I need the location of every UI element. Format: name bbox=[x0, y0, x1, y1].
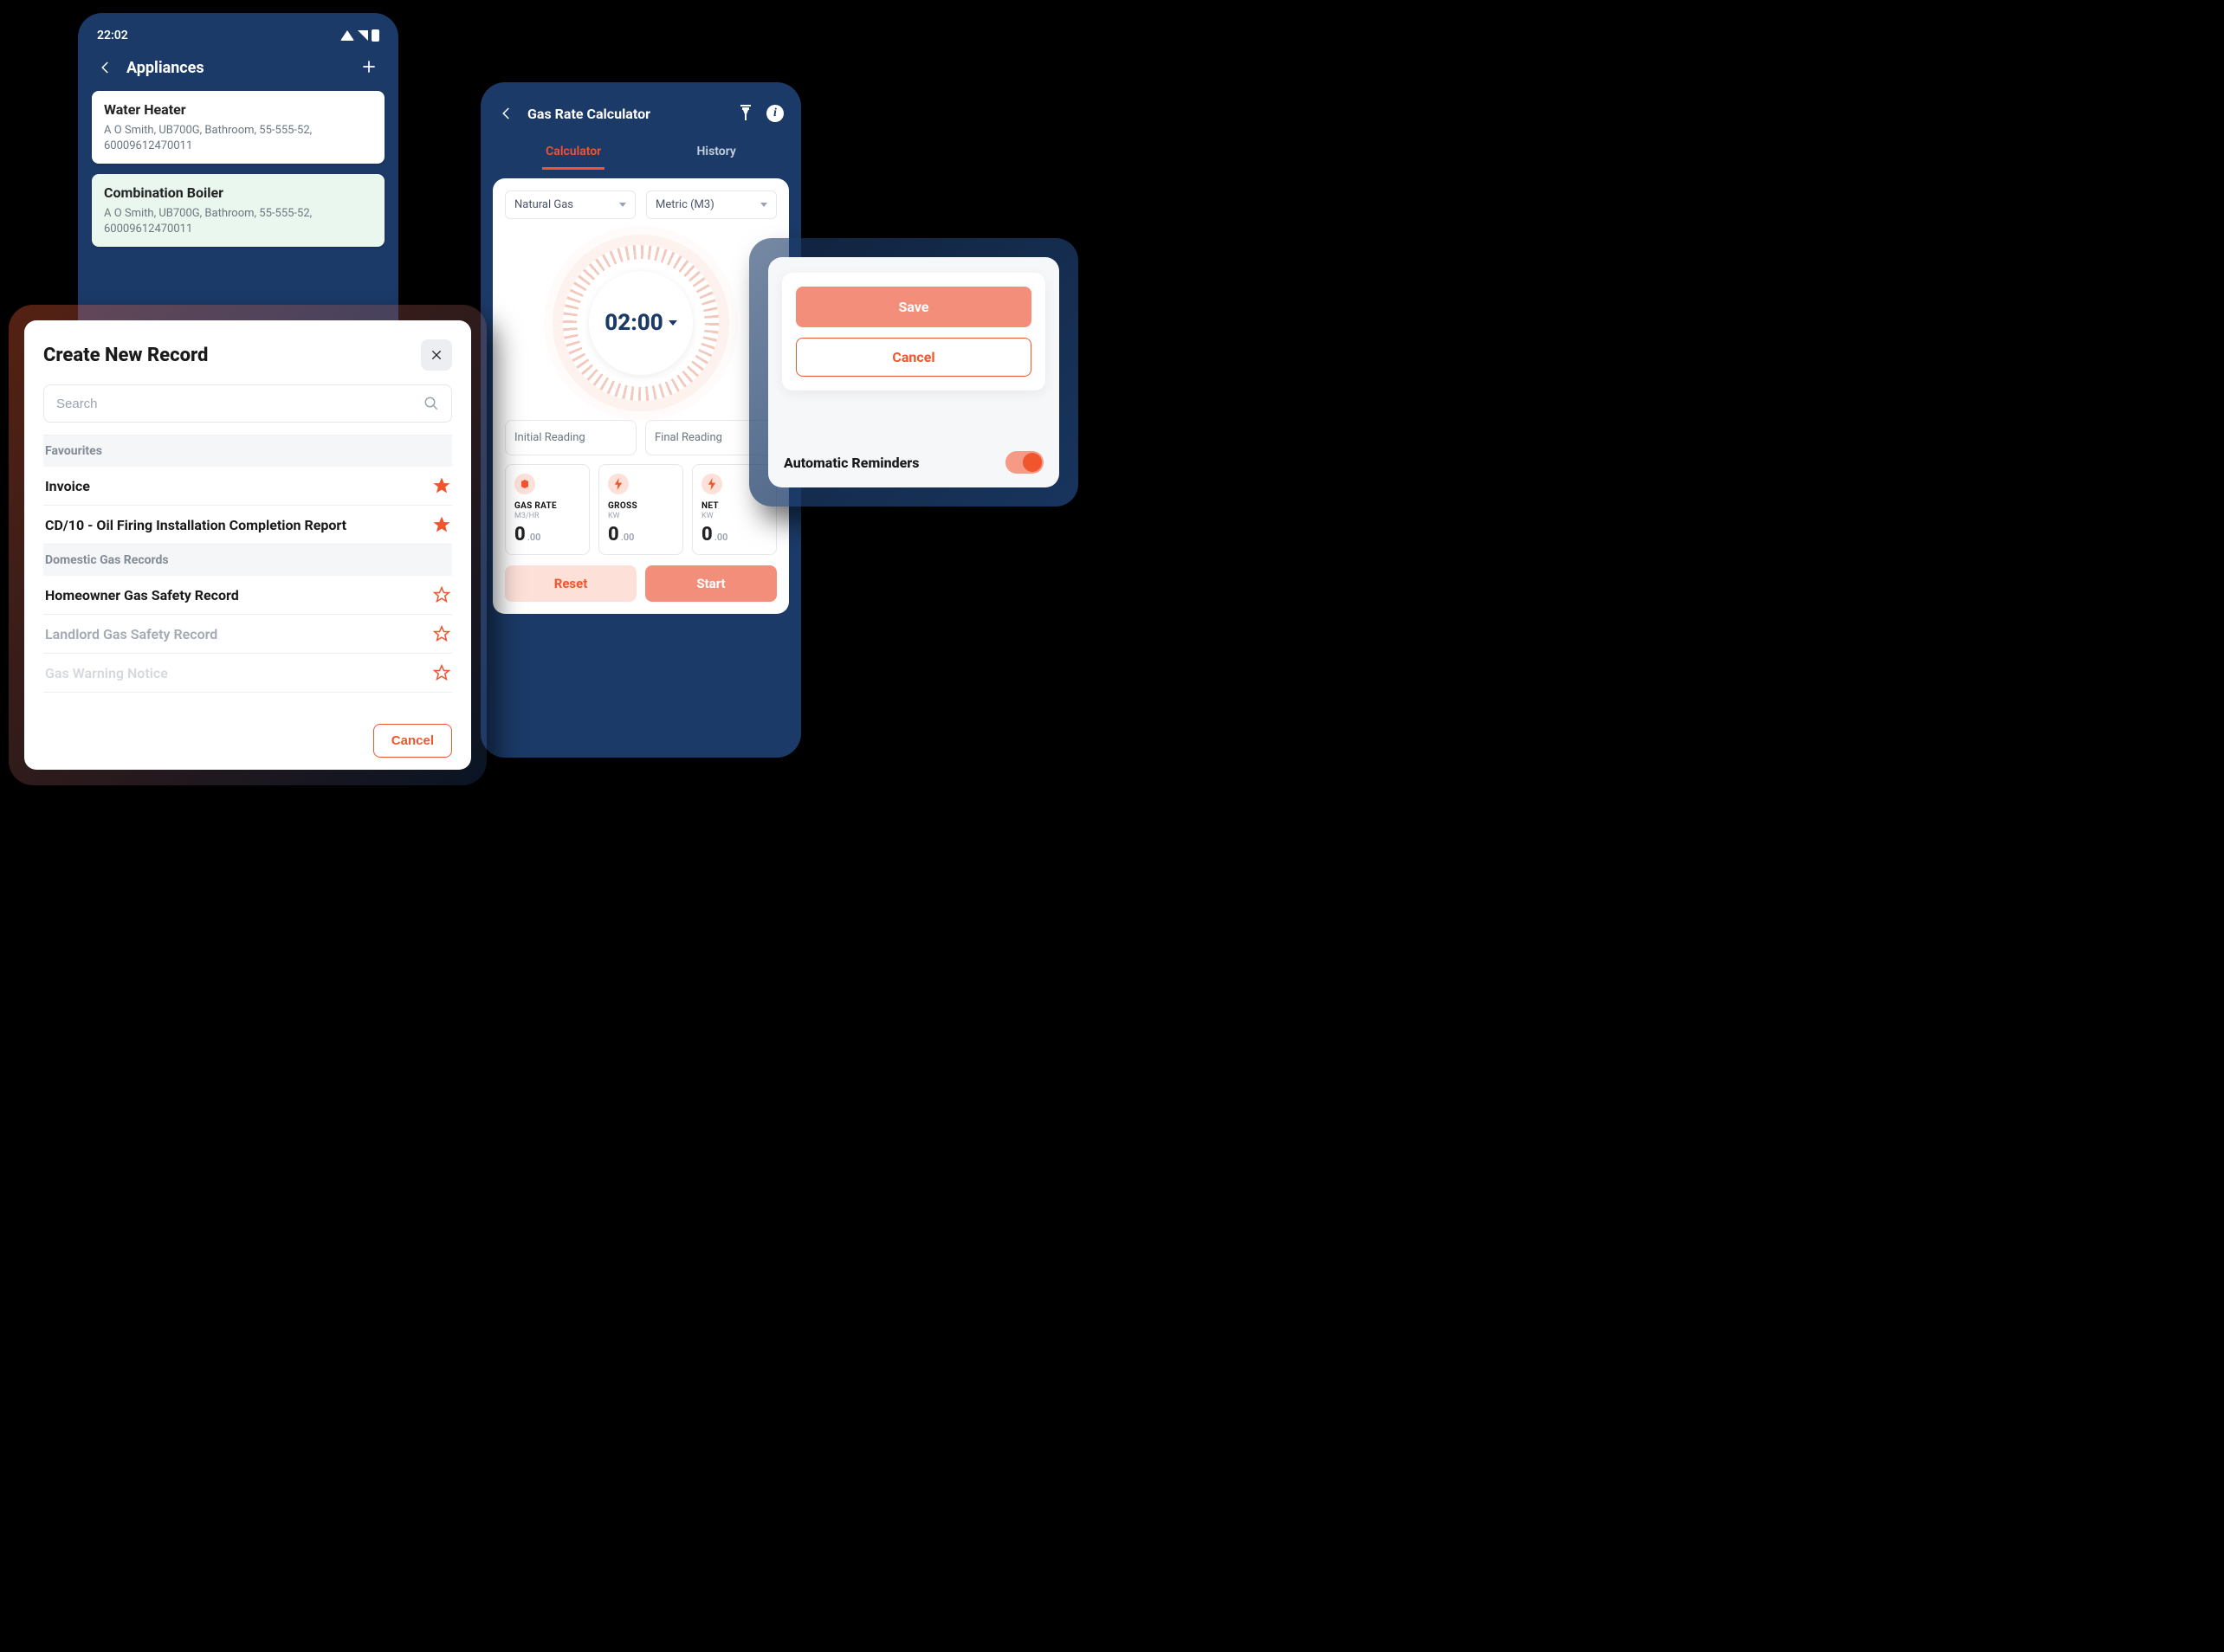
modal-title: Create New Record bbox=[43, 345, 208, 366]
fuel-select-value: Natural Gas bbox=[514, 198, 573, 211]
back-icon[interactable] bbox=[97, 59, 114, 76]
appliance-details: A O Smith, UB700G, Bathroom, 55-555-52, … bbox=[104, 123, 372, 153]
save-cancel-box: Save Cancel bbox=[782, 273, 1045, 390]
appliances-header: Appliances bbox=[78, 55, 398, 91]
fuel-select[interactable]: Natural Gas bbox=[505, 190, 636, 219]
timer-display[interactable]: 02:00 bbox=[589, 271, 693, 375]
initial-reading-input[interactable]: Initial Reading bbox=[505, 420, 637, 455]
appliance-details: A O Smith, UB700G, Bathroom, 55-555-52, … bbox=[104, 206, 372, 236]
automatic-reminders-label: Automatic Reminders bbox=[784, 455, 919, 471]
appliance-card-combination-boiler[interactable]: Combination Boiler A O Smith, UB700G, Ba… bbox=[92, 174, 385, 247]
star-outline-icon[interactable] bbox=[433, 664, 450, 681]
star-outline-icon[interactable] bbox=[433, 586, 450, 603]
chevron-down-icon bbox=[760, 203, 767, 207]
record-gas-warning[interactable]: Gas Warning Notice bbox=[43, 654, 452, 693]
metric-unit: M3/HR bbox=[514, 512, 580, 520]
reset-button[interactable]: Reset bbox=[505, 565, 637, 602]
chevron-down-icon bbox=[619, 203, 626, 207]
cancel-button[interactable]: Cancel bbox=[796, 338, 1031, 377]
metric-unit: KW bbox=[701, 512, 767, 520]
bolt-icon bbox=[608, 474, 629, 494]
star-outline-icon[interactable] bbox=[433, 625, 450, 642]
appliance-card-water-heater[interactable]: Water Heater A O Smith, UB700G, Bathroom… bbox=[92, 91, 385, 164]
tab-calculator[interactable]: Calculator bbox=[542, 136, 604, 170]
status-icons bbox=[340, 29, 379, 42]
record-label: Gas Warning Notice bbox=[45, 665, 168, 681]
metric-decimal: .00 bbox=[621, 532, 635, 543]
metric-decimal: .00 bbox=[714, 532, 728, 543]
metric-label: NET bbox=[701, 501, 767, 511]
metric-label: GROSS bbox=[608, 501, 674, 511]
search-input-wrap[interactable] bbox=[43, 384, 452, 423]
record-list: Favourites Invoice CD/10 - Oil Firing In… bbox=[43, 435, 452, 717]
search-icon bbox=[423, 396, 439, 411]
tab-history[interactable]: History bbox=[694, 136, 740, 170]
close-button[interactable] bbox=[421, 339, 452, 371]
cancel-button[interactable]: Cancel bbox=[373, 724, 452, 758]
timer-value: 02:00 bbox=[604, 310, 663, 336]
bolt-icon bbox=[701, 474, 722, 494]
torch-icon[interactable] bbox=[737, 105, 754, 122]
start-button[interactable]: Start bbox=[645, 565, 777, 602]
save-button[interactable]: Save bbox=[796, 287, 1031, 327]
automatic-reminders-row: Automatic Reminders bbox=[782, 446, 1045, 475]
back-icon[interactable] bbox=[498, 105, 515, 122]
add-appliance-button[interactable] bbox=[360, 58, 379, 77]
metric-gross: GROSS KW 0.00 bbox=[598, 464, 683, 555]
final-reading-placeholder: Final Reading bbox=[655, 431, 722, 444]
metric-label: GAS RATE bbox=[514, 501, 580, 511]
metric-gas-rate: GAS RATE M3/HR 0.00 bbox=[505, 464, 590, 555]
metric-value: 0 bbox=[701, 524, 713, 545]
timer: 02:00 bbox=[505, 245, 777, 401]
metric-unit: KW bbox=[608, 512, 674, 520]
automatic-reminders-toggle[interactable] bbox=[1005, 451, 1044, 474]
star-filled-icon[interactable] bbox=[433, 516, 450, 533]
section-favourites: Favourites bbox=[43, 436, 452, 467]
record-label: CD/10 - Oil Firing Installation Completi… bbox=[45, 517, 346, 533]
metric-value: 0 bbox=[608, 524, 619, 545]
unit-select-value: Metric (M3) bbox=[656, 198, 714, 211]
status-time: 22:02 bbox=[97, 29, 128, 42]
reminders-card: Save Cancel Automatic Reminders bbox=[749, 238, 1078, 507]
metric-value: 0 bbox=[514, 524, 526, 545]
section-domestic: Domestic Gas Records bbox=[43, 545, 452, 576]
record-label: Homeowner Gas Safety Record bbox=[45, 587, 239, 603]
star-filled-icon[interactable] bbox=[433, 477, 450, 494]
search-input[interactable] bbox=[56, 397, 423, 411]
calc-header: Gas Rate Calculator i bbox=[481, 100, 801, 132]
wifi-icon bbox=[340, 30, 354, 41]
signal-icon bbox=[358, 30, 368, 41]
unit-select[interactable]: Metric (M3) bbox=[646, 190, 777, 219]
appliance-list: Water Heater A O Smith, UB700G, Bathroom… bbox=[78, 91, 398, 247]
metric-decimal: .00 bbox=[527, 532, 541, 543]
record-cd10[interactable]: CD/10 - Oil Firing Installation Completi… bbox=[43, 506, 452, 545]
calc-title: Gas Rate Calculator bbox=[527, 106, 650, 122]
battery-icon bbox=[372, 29, 379, 42]
toggle-knob bbox=[1023, 453, 1042, 472]
page-title: Appliances bbox=[126, 59, 204, 77]
record-landlord[interactable]: Landlord Gas Safety Record bbox=[43, 615, 452, 654]
status-bar: 22:02 bbox=[78, 29, 398, 55]
appliance-name: Water Heater bbox=[104, 101, 372, 118]
record-label: Invoice bbox=[45, 478, 90, 494]
record-invoice[interactable]: Invoice bbox=[43, 467, 452, 506]
calc-tabs: Calculator History bbox=[481, 136, 801, 170]
cube-icon bbox=[514, 474, 535, 494]
info-icon[interactable]: i bbox=[766, 105, 784, 122]
appliance-name: Combination Boiler bbox=[104, 184, 372, 201]
record-label: Landlord Gas Safety Record bbox=[45, 626, 217, 642]
calc-body: Natural Gas Metric (M3) 02:00 Initial Re… bbox=[493, 178, 789, 614]
create-new-record-modal: Create New Record Favourites Invoice CD/… bbox=[9, 305, 487, 785]
initial-reading-placeholder: Initial Reading bbox=[514, 431, 585, 444]
record-homeowner[interactable]: Homeowner Gas Safety Record bbox=[43, 576, 452, 615]
chevron-down-icon bbox=[669, 320, 677, 326]
